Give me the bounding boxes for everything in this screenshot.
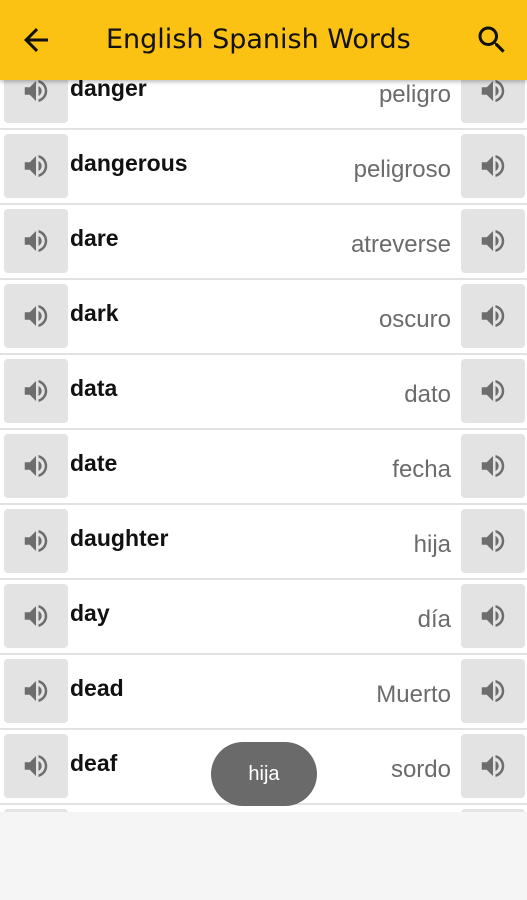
english-word: deaf	[70, 750, 118, 776]
spanish-word: sordo	[390, 756, 451, 783]
speaker-icon	[481, 755, 505, 777]
speaker-spanish-button[interactable]	[461, 209, 525, 273]
speaker-english-button[interactable]	[4, 434, 68, 498]
speaker-english-button[interactable]	[4, 809, 68, 812]
speaker-english-button[interactable]	[4, 284, 68, 348]
speaker-icon	[24, 530, 48, 552]
spanish-word: Muerto	[376, 681, 451, 708]
speaker-english-button[interactable]	[4, 734, 68, 798]
word-row[interactable]: dare atreverse	[0, 205, 527, 280]
speaker-icon	[481, 305, 505, 327]
search-icon[interactable]	[474, 22, 510, 58]
speaker-english-button[interactable]	[4, 584, 68, 648]
speaker-spanish-button[interactable]	[461, 734, 525, 798]
speaker-icon	[24, 380, 48, 402]
spanish-word: atreverse	[350, 231, 451, 258]
spanish-word: hija	[413, 531, 451, 558]
word-row[interactable]: dead Muerto	[0, 655, 527, 730]
word-row[interactable]: dangerous peligroso	[0, 130, 527, 205]
speaker-english-button[interactable]	[4, 359, 68, 423]
word-row[interactable]	[0, 805, 527, 812]
speaker-icon	[24, 230, 48, 252]
speaker-icon	[481, 155, 505, 177]
speaker-icon	[481, 530, 505, 552]
app-bar: English Spanish Words	[0, 0, 527, 80]
spanish-word: dato	[404, 381, 451, 408]
toast-text: hija	[248, 762, 280, 785]
spanish-word: peligro	[378, 81, 451, 108]
spanish-word: oscuro	[378, 306, 451, 333]
spanish-word: fecha	[392, 456, 451, 483]
speaker-icon	[481, 605, 505, 627]
english-word: dead	[70, 675, 124, 701]
speaker-spanish-button[interactable]	[461, 659, 525, 723]
speaker-icon	[24, 155, 48, 177]
english-word: dare	[70, 225, 119, 251]
english-word: dark	[70, 300, 119, 326]
speaker-icon	[24, 455, 48, 477]
toast: hija	[211, 742, 317, 806]
speaker-icon	[481, 230, 505, 252]
speaker-icon	[24, 680, 48, 702]
english-word: data	[70, 375, 118, 401]
english-word: date	[70, 450, 118, 476]
speaker-icon	[24, 305, 48, 327]
speaker-spanish-button[interactable]	[461, 509, 525, 573]
speaker-icon	[481, 680, 505, 702]
speaker-spanish-button[interactable]	[461, 434, 525, 498]
speaker-icon	[24, 80, 48, 102]
speaker-english-button[interactable]	[4, 659, 68, 723]
word-list[interactable]: danger peligro dangerous peligroso dare atrev…	[0, 55, 527, 812]
word-row[interactable]: day día	[0, 580, 527, 655]
speaker-spanish-button[interactable]	[461, 584, 525, 648]
speaker-icon	[481, 455, 505, 477]
speaker-english-button[interactable]	[4, 509, 68, 573]
word-row[interactable]: daughter hija	[0, 505, 527, 580]
word-row[interactable]: data dato	[0, 355, 527, 430]
page-title: English Spanish Words	[106, 24, 411, 55]
speaker-icon	[24, 605, 48, 627]
speaker-spanish-button[interactable]	[461, 809, 525, 812]
speaker-english-button[interactable]	[4, 209, 68, 273]
arrow-left-icon[interactable]	[18, 22, 54, 58]
speaker-spanish-button[interactable]	[461, 359, 525, 423]
word-row[interactable]: date fecha	[0, 430, 527, 505]
english-word: day	[70, 600, 110, 626]
speaker-icon	[24, 755, 48, 777]
english-word: dangerous	[70, 150, 188, 176]
speaker-spanish-button[interactable]	[461, 134, 525, 198]
speaker-english-button[interactable]	[4, 134, 68, 198]
speaker-spanish-button[interactable]	[461, 284, 525, 348]
english-word: daughter	[70, 525, 169, 551]
spanish-word: día	[417, 606, 451, 633]
spanish-word: peligroso	[353, 156, 451, 183]
speaker-icon	[481, 80, 505, 102]
speaker-icon	[481, 380, 505, 402]
word-row[interactable]: dark oscuro	[0, 280, 527, 355]
